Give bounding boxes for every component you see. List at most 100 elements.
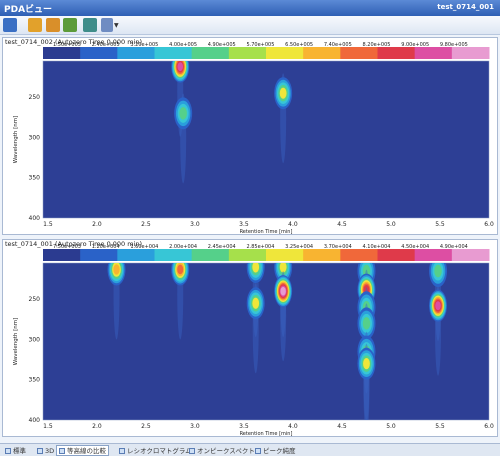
x-tick-label: 2.0: [92, 221, 102, 228]
colorscale-segment: [228, 47, 267, 59]
colorscale-label: 3.70e+004: [324, 244, 352, 250]
colorscale-label: 1.50e+005: [53, 42, 81, 48]
x-tick-label: 2.0: [92, 423, 102, 430]
peak-contour: [362, 317, 371, 330]
colorscale-segment: [43, 249, 81, 261]
peak-contour: [113, 264, 120, 275]
report-icon[interactable]: [3, 18, 17, 32]
peak-contour: [279, 263, 287, 273]
colorscale-segment: [80, 47, 118, 59]
window-title: PDAビュー: [4, 5, 53, 15]
colorscale-segment: [377, 47, 416, 59]
dropdown-chevron-icon[interactable]: ▼: [114, 22, 119, 29]
y-tick-label: 400: [29, 417, 41, 424]
x-tick-label: 6.0: [484, 221, 494, 228]
tab-contour-compare[interactable]: 等高線の比較: [56, 445, 109, 456]
x-tick-label: 4.0: [288, 221, 298, 228]
contour-panel-top: test_0714_002 (Autozero Time 0.000 min) …: [2, 37, 498, 235]
x-tick-label: 3.0: [190, 423, 200, 430]
contour-panel-bottom: test_0714_001 (Autozero Time 0.000 min) …: [2, 239, 498, 437]
colorscale-label: 4.10e+004: [363, 244, 391, 250]
plot-area[interactable]: [42, 262, 490, 421]
x-tick-label: 5.5: [435, 221, 445, 228]
toolbar: ▼: [0, 16, 500, 35]
tab-peak-purity[interactable]: ピーク純度: [252, 445, 299, 456]
peak-contour: [177, 264, 184, 275]
colorscale-label: 9.00e+005: [401, 42, 429, 48]
peak-contour: [252, 297, 260, 309]
colorscale-label: 3.25e+004: [285, 244, 313, 250]
colorscale-segment: [266, 47, 304, 59]
colorscale-segment: [191, 249, 230, 261]
x-tick-label: 3.0: [190, 221, 200, 228]
y-tick-label: 300: [29, 336, 41, 343]
colorscale-label: 2.40e+005: [92, 42, 120, 48]
x-tick-label: 2.5: [141, 423, 151, 430]
tab-ratio-chromatogram[interactable]: レシオクロマトグラム: [116, 445, 195, 456]
x-axis-label: Retention Time [min]: [240, 229, 293, 235]
colorscale-segment: [451, 47, 490, 59]
colorscale-label: 9.80e+005: [440, 42, 468, 48]
colorscale-segment: [340, 249, 378, 261]
tab-icon: [255, 448, 261, 454]
peak-contour: [363, 358, 370, 370]
tab-3d[interactable]: 3D: [34, 445, 57, 456]
colorscale-label: 4.90e+004: [440, 244, 468, 250]
colorscale-segment: [117, 47, 155, 59]
colorscale-label: 2.85e+004: [246, 244, 274, 250]
x-tick-label: 2.5: [141, 221, 151, 228]
colorscale-label: 5.70e+005: [246, 42, 274, 48]
x-tick-label: 5.0: [386, 423, 396, 430]
chart-options-icon[interactable]: [101, 18, 113, 32]
x-tick-label: 4.5: [337, 423, 347, 430]
folder-icon[interactable]: [28, 18, 42, 32]
y-axis-label: Wavelength [nm]: [13, 318, 19, 366]
x-tick-label: 3.5: [239, 423, 249, 430]
tab-standard[interactable]: 標準: [2, 445, 29, 456]
peak-contour: [252, 263, 260, 273]
colorscale-label: 7.40e+005: [324, 42, 352, 48]
title-bar: PDAビュー test_0714_001: [0, 0, 500, 16]
colorscale-segment: [154, 47, 193, 59]
contour-chart-top[interactable]: 1.50e+005 2.40e+005 3.20e+005 4.00e+005 4.90…: [3, 38, 499, 236]
colorscale-segment: [414, 47, 453, 59]
colorscale-segment: [117, 249, 155, 261]
colorscale-segment: [303, 47, 341, 59]
colorscale-segment: [228, 249, 267, 261]
colorscale-segment: [451, 249, 490, 261]
tab-icon: [189, 448, 195, 454]
x-tick-label: 3.5: [239, 221, 249, 228]
colorscale-label: 4.50e+004: [401, 244, 429, 250]
peak-contour: [179, 107, 187, 120]
view-tabs: 標準 3D 等高線の比較 レシオクロマトグラム オンピークスペクトル ピーク純度: [0, 443, 500, 456]
colorscale-segment: [191, 47, 230, 59]
tab-icon: [5, 448, 11, 454]
y-axis-label: Wavelength [nm]: [13, 116, 19, 164]
tab-icon: [37, 448, 43, 454]
colorscale-segment: [377, 249, 416, 261]
x-tick-label: 1.5: [43, 221, 53, 228]
peak-contour: [280, 286, 286, 296]
x-tick-label: 4.0: [288, 423, 298, 430]
tab-icon: [119, 448, 125, 454]
colorscale-label: 2.45e+004: [208, 244, 236, 250]
colorscale-segment: [303, 249, 341, 261]
colorscale-label: 7.50e+003: [53, 244, 81, 250]
plot-area[interactable]: [42, 60, 490, 219]
export-icon[interactable]: [83, 18, 97, 32]
x-tick-label: 4.5: [337, 221, 347, 228]
colorscale-label: 2.00e+004: [169, 244, 197, 250]
x-tick-label: 1.5: [43, 423, 53, 430]
y-tick-label: 250: [29, 94, 41, 101]
y-tick-label: 350: [29, 377, 41, 384]
contour-chart-bottom[interactable]: 7.50e+003 1.20e+004 1.60e+004 2.00e+004 2.45…: [3, 240, 499, 438]
colorscale-segment: [414, 249, 453, 261]
colorscale-label: 4.00e+005: [169, 42, 197, 48]
colorscale-segment: [80, 249, 118, 261]
tab-icon: [59, 448, 65, 454]
edit-icon[interactable]: [46, 18, 60, 32]
colorscale-label: 8.20e+005: [363, 42, 391, 48]
chart-icon[interactable]: [63, 18, 77, 32]
x-tick-label: 6.0: [484, 423, 494, 430]
y-tick-label: 300: [29, 134, 41, 141]
